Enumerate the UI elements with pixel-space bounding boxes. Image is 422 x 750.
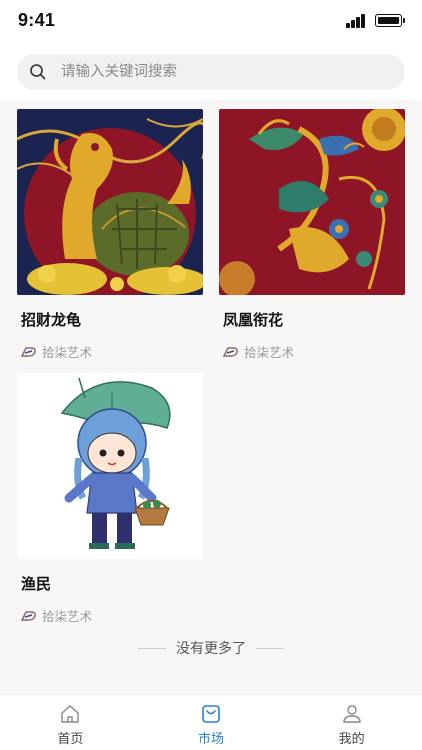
signal-icon [346, 14, 368, 28]
status-bar: 9:41 [0, 0, 422, 44]
phoenix-image[interactable] [219, 109, 405, 295]
home-icon [61, 705, 80, 723]
tab-label: 首页 [57, 732, 84, 747]
divider [138, 647, 166, 649]
product-author: 拾柒艺术 [17, 342, 203, 361]
search-bar [0, 44, 422, 100]
brand-logo-icon [21, 346, 36, 357]
dragon-turtle-image[interactable] [17, 109, 203, 295]
status-time: 9:41 [18, 10, 56, 30]
tab-label: 市场 [198, 732, 225, 747]
product-title[interactable]: 招财龙龟 [17, 309, 203, 330]
product-title[interactable]: 渔民 [17, 573, 203, 594]
search-box[interactable] [17, 54, 405, 90]
battery-icon [375, 14, 405, 27]
divider [256, 647, 284, 649]
author-name: 拾柒艺术 [42, 609, 93, 624]
end-text: 没有更多了 [176, 641, 246, 657]
brand-logo-icon [223, 346, 238, 357]
tab-market[interactable]: 市场 [141, 695, 282, 750]
author-name: 拾柒艺术 [42, 345, 93, 360]
product-title[interactable]: 凤凰衔花 [219, 309, 405, 330]
product-grid: 招财龙龟 拾柒艺术 凤凰衔花 拾柒艺术 渔民 拾柒艺术 没有更多了 [0, 100, 422, 694]
search-icon [30, 64, 46, 80]
end-of-list: 没有更多了 [0, 636, 422, 660]
fisher-girl-image[interactable] [17, 373, 203, 559]
search-input[interactable] [61, 54, 391, 90]
product-card[interactable]: 招财龙龟 拾柒艺术 [17, 109, 203, 361]
brand-logo-icon [21, 610, 36, 621]
tab-label: 我的 [338, 732, 365, 747]
product-author: 拾柒艺术 [219, 342, 405, 361]
author-name: 拾柒艺术 [244, 345, 295, 360]
tab-mine[interactable]: 我的 [281, 695, 422, 750]
tab-bar: 首页 市场 我的 [0, 694, 422, 750]
product-author: 拾柒艺术 [17, 606, 203, 625]
market-bag-icon [202, 705, 220, 723]
product-card[interactable]: 凤凰衔花 拾柒艺术 [219, 109, 405, 361]
user-icon [342, 705, 361, 723]
product-card[interactable]: 渔民 拾柒艺术 [17, 373, 203, 625]
tab-home[interactable]: 首页 [0, 695, 141, 750]
